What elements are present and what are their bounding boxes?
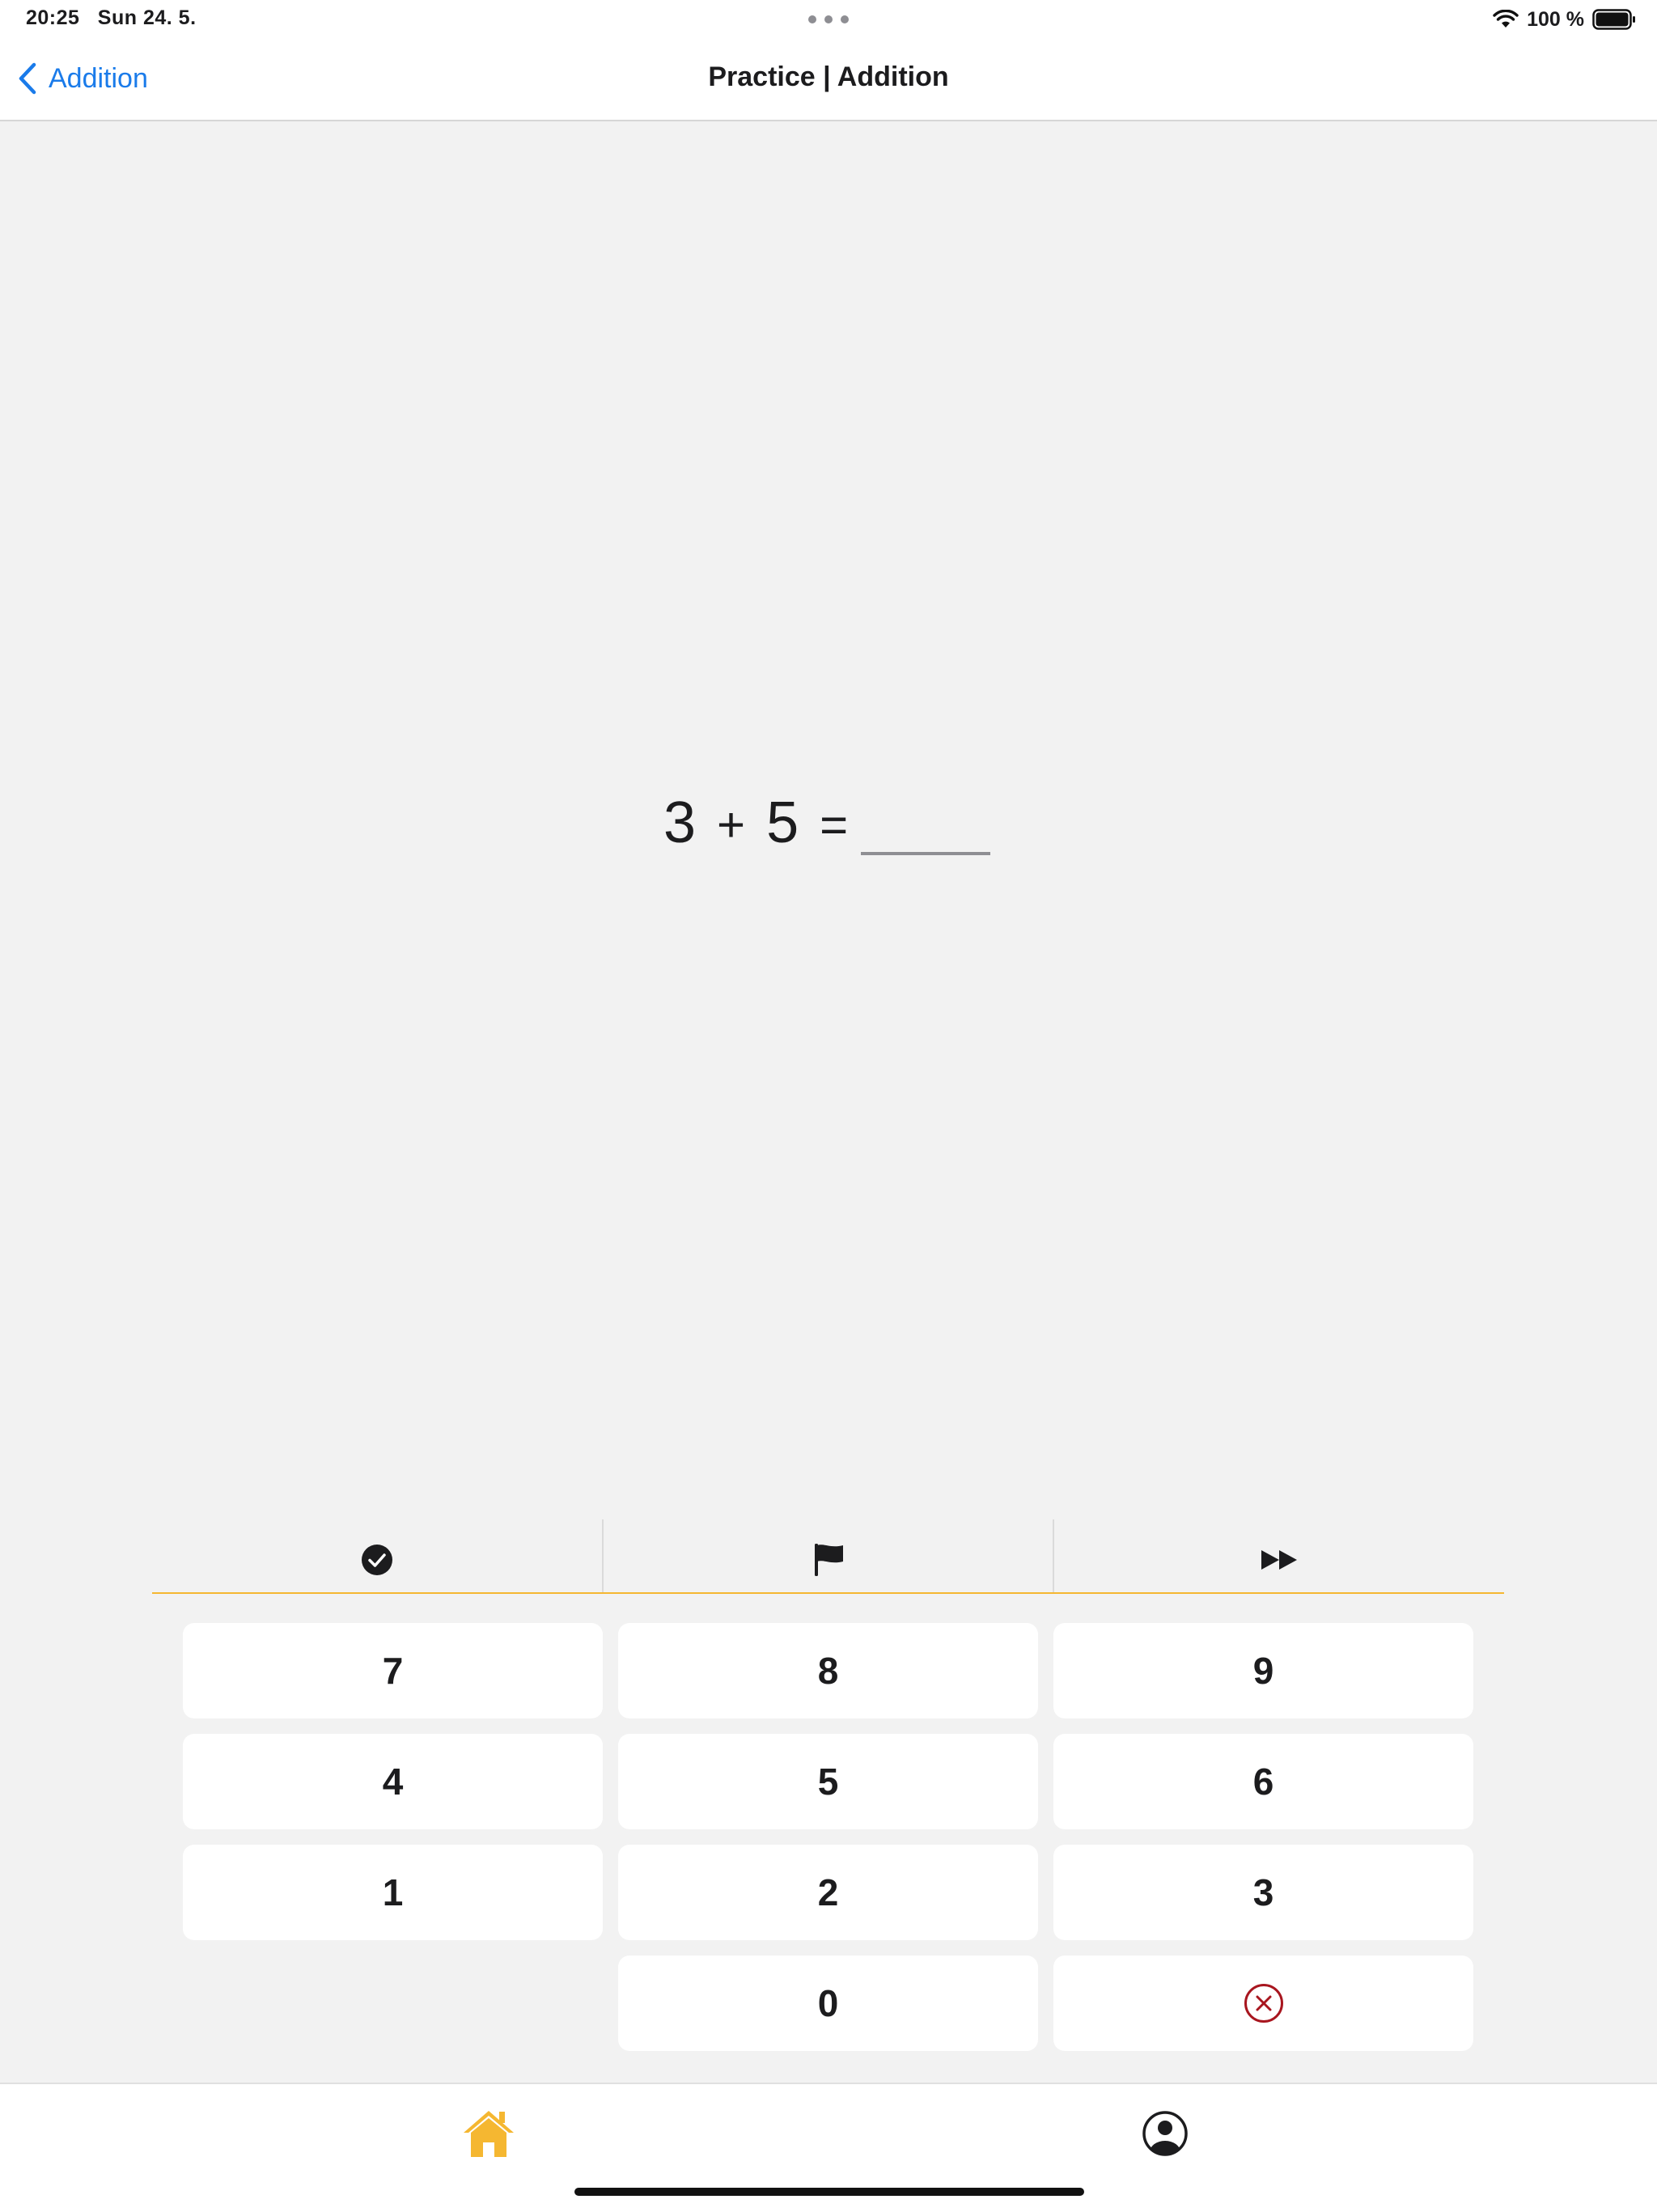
tab-profile[interactable]: [1137, 2105, 1193, 2162]
flag-icon: [814, 1544, 843, 1576]
answer-field[interactable]: [861, 852, 990, 855]
key-0[interactable]: 0: [618, 1956, 1038, 2051]
flag-button[interactable]: [601, 1519, 1053, 1592]
equals-sign: =: [820, 798, 850, 852]
key-1[interactable]: 1: [183, 1845, 603, 1940]
home-indicator[interactable]: [574, 2188, 1084, 2196]
key-5[interactable]: 5: [618, 1734, 1038, 1829]
key-9[interactable]: 9: [1053, 1623, 1473, 1718]
profile-icon: [1142, 2111, 1188, 2156]
key-6[interactable]: 6: [1053, 1734, 1473, 1829]
battery-icon: [1592, 9, 1635, 30]
status-date: Sun 24. 5.: [97, 6, 197, 29]
operand-b: 5: [766, 790, 801, 855]
check-answer-button[interactable]: [152, 1519, 602, 1592]
wifi-icon: [1493, 10, 1519, 28]
battery-percent: 100 %: [1527, 7, 1584, 31]
delete-circle-x-icon: [1244, 1984, 1283, 2023]
key-8[interactable]: 8: [618, 1623, 1038, 1718]
operand-a: 3: [663, 790, 698, 855]
status-time: 20:25: [26, 6, 80, 29]
status-time-date: 20:25 Sun 24. 5.: [26, 6, 197, 30]
action-toolbar: [152, 1519, 1504, 1594]
fast-forward-icon: [1261, 1550, 1298, 1570]
tab-home[interactable]: [460, 2105, 517, 2162]
key-4[interactable]: 4: [183, 1734, 603, 1829]
multitasking-dots-icon[interactable]: [807, 15, 850, 24]
key-3[interactable]: 3: [1053, 1845, 1473, 1940]
skip-button[interactable]: [1053, 1519, 1504, 1592]
navigation-bar: Addition Practice | Addition: [0, 39, 1657, 121]
delete-button[interactable]: [1053, 1956, 1473, 2051]
check-circle-icon: [361, 1545, 392, 1575]
keypad-spacer: [183, 1956, 603, 2051]
status-right: 100 %: [1493, 6, 1636, 32]
key-2[interactable]: 2: [618, 1845, 1038, 1940]
home-icon: [464, 2111, 514, 2157]
equation: 3 + 5 =: [663, 783, 850, 856]
key-7[interactable]: 7: [183, 1623, 603, 1718]
status-bar: 20:25 Sun 24. 5. 100 %: [0, 0, 1657, 39]
page-title: Practice | Addition: [708, 61, 949, 92]
number-keypad: 7 8 9 4 5 6 1 2 3 0: [183, 1623, 1474, 2051]
operator: +: [717, 798, 748, 852]
